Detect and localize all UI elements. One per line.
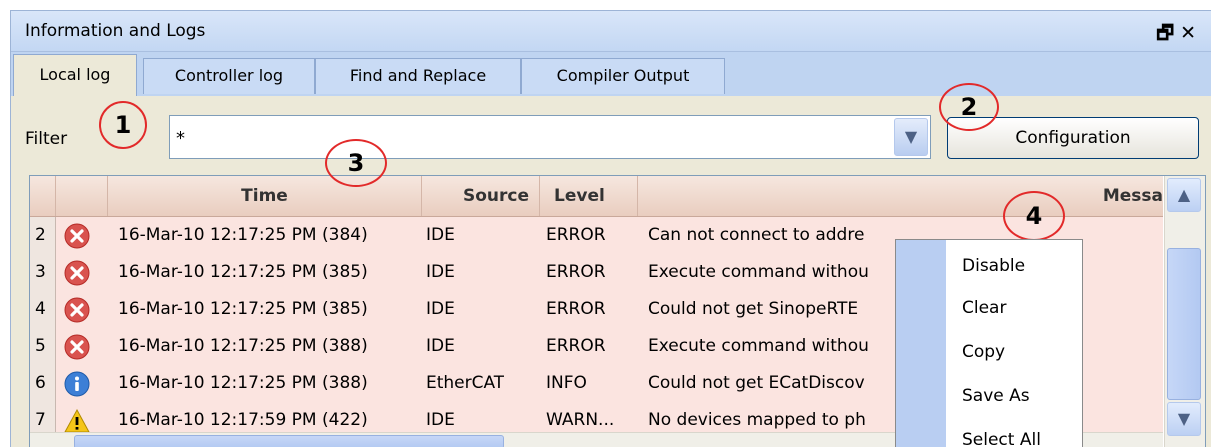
row-number-header xyxy=(30,176,56,216)
filter-label: Filter xyxy=(25,129,68,149)
vertical-scroll-thumb[interactable] xyxy=(1167,248,1201,400)
scroll-down-icon[interactable]: ▼ xyxy=(1167,402,1201,436)
column-header-message[interactable]: Messa xyxy=(638,176,1163,216)
window-controls[interactable]: 🗗✕ xyxy=(1156,19,1202,51)
info-icon xyxy=(64,371,90,397)
message-cell: Can not connect to addre xyxy=(648,225,865,245)
callout-4: 4 xyxy=(1003,191,1065,241)
column-header-source[interactable]: Source xyxy=(422,176,540,216)
menu-item-save-as[interactable]: Save As xyxy=(962,386,1030,406)
menu-item-disable[interactable]: Disable xyxy=(962,256,1025,276)
menu-item-copy[interactable]: Copy xyxy=(962,342,1005,362)
icon-column-header xyxy=(56,176,108,216)
level-cell: ERROR xyxy=(546,299,606,319)
level-cell: ERROR xyxy=(546,336,606,356)
chevron-down-icon[interactable]: ▼ xyxy=(894,118,928,156)
source-cell: IDE xyxy=(426,336,455,356)
row-number: 4 xyxy=(30,291,56,328)
time-cell: 16-Mar-10 12:17:25 PM (385) xyxy=(118,262,368,282)
filter-combobox[interactable]: ▼ xyxy=(169,115,931,159)
error-icon xyxy=(64,334,90,360)
source-cell: IDE xyxy=(426,262,455,282)
row-number: 2 xyxy=(30,217,56,254)
tab-controller-log[interactable]: Controller log xyxy=(143,58,315,94)
level-cell: ERROR xyxy=(546,262,606,282)
source-cell: IDE xyxy=(426,225,455,245)
time-cell: 16-Mar-10 12:17:25 PM (388) xyxy=(118,336,368,356)
warning-icon xyxy=(64,408,90,433)
message-cell: Could not get SinopeRTE xyxy=(648,299,859,319)
scroll-up-icon[interactable]: ▲ xyxy=(1167,178,1201,212)
message-cell: Execute command withou xyxy=(648,336,869,356)
callout-2: 2 xyxy=(939,83,999,131)
restore-icon[interactable]: 🗗 xyxy=(1156,22,1180,44)
filter-input[interactable] xyxy=(174,120,888,156)
panel-title: Information and Logs xyxy=(25,21,206,41)
context-menu: Disable Clear Copy Save As Select All xyxy=(895,239,1083,447)
menu-item-select-all[interactable]: Select All xyxy=(962,430,1041,447)
vertical-scrollbar[interactable]: ▲ ▼ xyxy=(1164,176,1205,447)
error-icon xyxy=(64,297,90,323)
context-menu-icon-strip xyxy=(896,240,946,447)
message-cell: Execute command withou xyxy=(648,262,869,282)
callout-3: 3 xyxy=(325,139,387,187)
information-and-logs-panel: Information and Logs 🗗✕ Local log Contro… xyxy=(10,10,1211,447)
message-cell: Could not get ECatDiscov xyxy=(648,373,865,393)
callout-1: 1 xyxy=(99,101,147,149)
tab-compiler-output[interactable]: Compiler Output xyxy=(521,58,725,94)
error-icon xyxy=(64,260,90,286)
close-icon[interactable]: ✕ xyxy=(1180,22,1202,44)
time-cell: 16-Mar-10 12:17:25 PM (384) xyxy=(118,225,368,245)
level-cell: ERROR xyxy=(546,225,606,245)
panel-titlebar: Information and Logs 🗗✕ xyxy=(11,11,1211,52)
grid-header: Time Source Level Messa xyxy=(30,176,1163,217)
source-cell: EtherCAT xyxy=(426,373,505,393)
level-cell: INFO xyxy=(546,373,587,393)
row-number: 5 xyxy=(30,328,56,365)
time-cell: 16-Mar-10 12:17:25 PM (385) xyxy=(118,299,368,319)
row-number: 6 xyxy=(30,365,56,402)
tab-local-log[interactable]: Local log xyxy=(13,54,137,96)
row-number: 3 xyxy=(30,254,56,291)
horizontal-scroll-thumb[interactable] xyxy=(74,435,504,447)
tab-strip: Local log Controller log Find and Replac… xyxy=(11,52,1211,96)
source-cell: IDE xyxy=(426,299,455,319)
tab-find-and-replace[interactable]: Find and Replace xyxy=(315,58,521,94)
column-header-level[interactable]: Level xyxy=(540,176,638,216)
error-icon xyxy=(64,223,90,249)
time-cell: 16-Mar-10 12:17:25 PM (388) xyxy=(118,373,368,393)
menu-item-clear[interactable]: Clear xyxy=(962,298,1006,318)
